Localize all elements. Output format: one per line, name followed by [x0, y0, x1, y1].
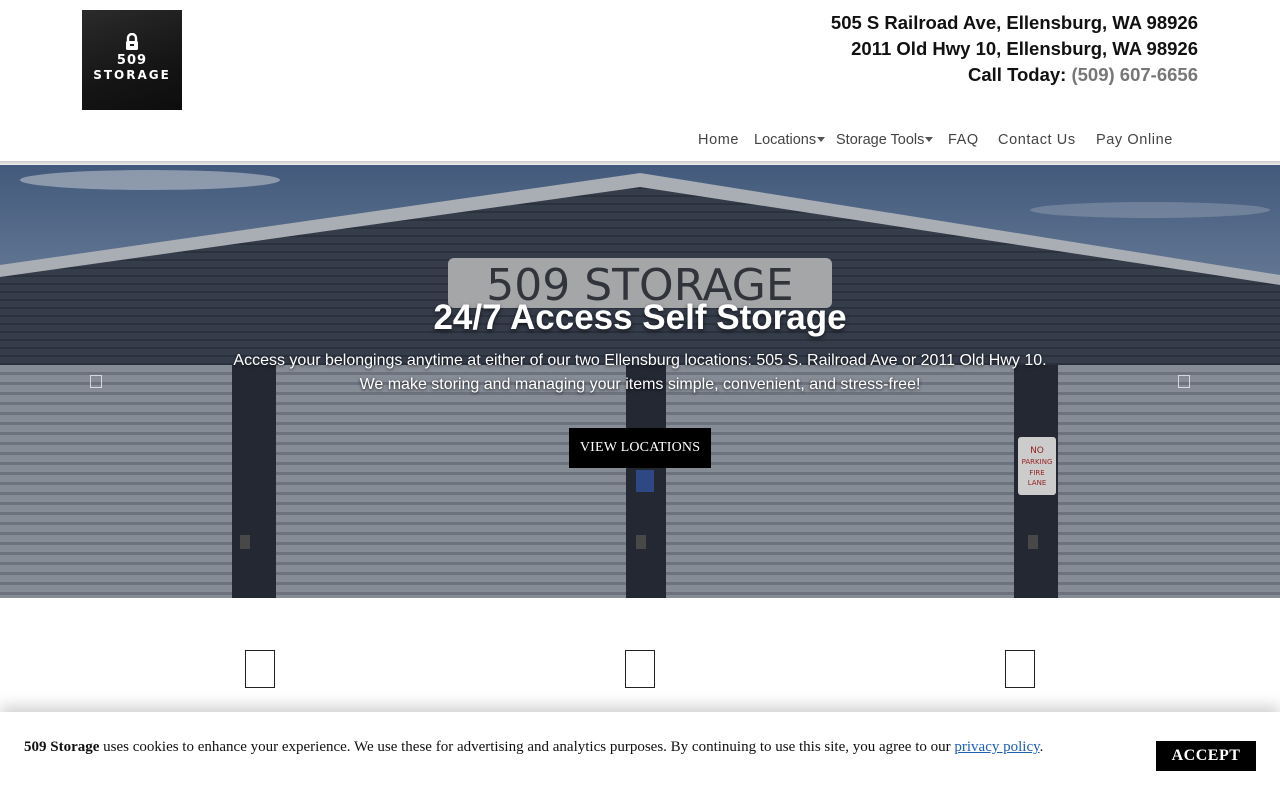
- logo-text-number: 509: [116, 52, 148, 68]
- address-1: 505 S Railroad Ave, Ellensburg, WA 98926: [830, 12, 1198, 33]
- logo-text-word: STORAGE: [93, 67, 171, 82]
- cookie-brand: 509 Storage: [24, 739, 100, 755]
- cookie-banner: 509 Storage uses cookies to enhance your…: [0, 712, 1280, 800]
- feature-icon: [1005, 650, 1035, 688]
- cookie-text: uses cookies to enhance your experience.…: [99, 739, 955, 755]
- nav-locations-label: Locations: [754, 132, 817, 148]
- caret-down-icon: [817, 136, 826, 142]
- nav-pay-online-label: Pay Online: [1096, 132, 1173, 148]
- hero-text-line1: Access your belongings anytime at either…: [233, 352, 1047, 369]
- nav-storage-tools[interactable]: Storage Tools: [836, 132, 934, 148]
- feature-icon: [625, 650, 655, 688]
- cookie-message: 509 Storage uses cookies to enhance your…: [24, 739, 1043, 756]
- accept-cookies-button[interactable]: ACCEPT: [1156, 741, 1256, 771]
- nav-locations[interactable]: Locations: [754, 132, 826, 148]
- nav-contact-us[interactable]: Contact Us: [998, 132, 1076, 148]
- nav-storage-tools-label: Storage Tools: [836, 132, 925, 148]
- feature-icon: [245, 650, 275, 688]
- phone-link[interactable]: (509) 607-6656: [1071, 64, 1198, 85]
- hero-text-line2: We make storing and managing your items …: [359, 376, 921, 393]
- hero-title: 24/7 Access Self Storage: [433, 298, 847, 337]
- site-logo[interactable]: 509 STORAGE: [82, 10, 182, 110]
- nav-pay-online[interactable]: Pay Online: [1096, 132, 1173, 148]
- address-2: 2011 Old Hwy 10, Ellensburg, WA 98926: [851, 38, 1198, 59]
- lock-icon: [124, 32, 140, 51]
- nav-home-label: Home: [698, 132, 740, 148]
- call-line: Call Today: (509) 607-6656: [831, 62, 1198, 88]
- contact-info: 505 S Railroad Ave, Ellensburg, WA 98926…: [831, 10, 1198, 88]
- nav-faq-label: FAQ: [948, 132, 979, 148]
- nav-faq[interactable]: FAQ: [948, 132, 979, 148]
- main-nav: Home Locations Storage Tools FAQ Contact…: [0, 132, 1280, 160]
- site-header: 509 STORAGE 505 S Railroad Ave, Ellensbu…: [0, 0, 1280, 162]
- carousel-prev-icon[interactable]: [90, 375, 102, 388]
- cookie-text-end: .: [1039, 739, 1044, 755]
- view-locations-button[interactable]: VIEW LOCATIONS: [569, 428, 711, 468]
- hero-carousel: 509 STORAGE NO PARKING FIRE LANE 24/7 Ac…: [0, 165, 1280, 598]
- privacy-policy-link[interactable]: privacy policy: [954, 739, 1039, 755]
- caret-down-icon: [925, 136, 934, 142]
- hero-description: Access your belongings anytime at either…: [0, 349, 1280, 397]
- carousel-next-icon[interactable]: [1178, 375, 1190, 388]
- nav-home[interactable]: Home: [698, 132, 739, 148]
- nav-contact-us-label: Contact Us: [998, 132, 1076, 148]
- call-label: Call Today:: [968, 64, 1072, 85]
